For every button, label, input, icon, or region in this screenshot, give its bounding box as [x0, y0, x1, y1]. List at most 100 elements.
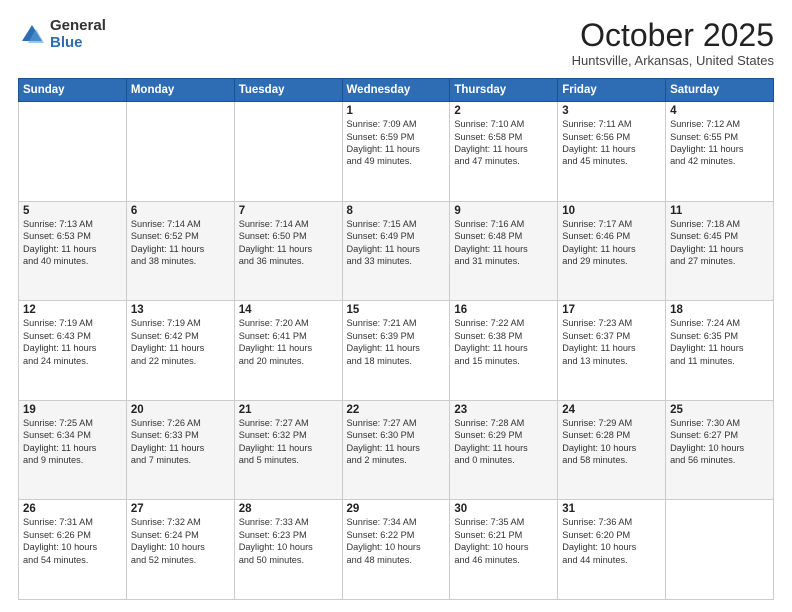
- day-info: Sunrise: 7:14 AM Sunset: 6:50 PM Dayligh…: [239, 218, 338, 268]
- day-number: 27: [131, 503, 230, 515]
- day-number: 1: [347, 105, 446, 117]
- week-row-4: 26Sunrise: 7:31 AM Sunset: 6:26 PM Dayli…: [19, 500, 774, 600]
- weekday-tuesday: Tuesday: [234, 79, 342, 102]
- day-info: Sunrise: 7:19 AM Sunset: 6:42 PM Dayligh…: [131, 317, 230, 367]
- day-cell: 10Sunrise: 7:17 AM Sunset: 6:46 PM Dayli…: [558, 201, 666, 301]
- day-cell: 27Sunrise: 7:32 AM Sunset: 6:24 PM Dayli…: [126, 500, 234, 600]
- day-number: 20: [131, 404, 230, 416]
- day-info: Sunrise: 7:22 AM Sunset: 6:38 PM Dayligh…: [454, 317, 553, 367]
- day-info: Sunrise: 7:10 AM Sunset: 6:58 PM Dayligh…: [454, 118, 553, 168]
- title-block: October 2025 Huntsville, Arkansas, Unite…: [572, 18, 774, 68]
- day-info: Sunrise: 7:23 AM Sunset: 6:37 PM Dayligh…: [562, 317, 661, 367]
- location: Huntsville, Arkansas, United States: [572, 53, 774, 68]
- logo-blue: Blue: [50, 35, 106, 52]
- day-info: Sunrise: 7:32 AM Sunset: 6:24 PM Dayligh…: [131, 516, 230, 566]
- day-number: 30: [454, 503, 553, 515]
- day-cell: 23Sunrise: 7:28 AM Sunset: 6:29 PM Dayli…: [450, 400, 558, 500]
- day-number: 24: [562, 404, 661, 416]
- day-cell: 31Sunrise: 7:36 AM Sunset: 6:20 PM Dayli…: [558, 500, 666, 600]
- day-number: 21: [239, 404, 338, 416]
- day-cell: 25Sunrise: 7:30 AM Sunset: 6:27 PM Dayli…: [666, 400, 774, 500]
- day-info: Sunrise: 7:26 AM Sunset: 6:33 PM Dayligh…: [131, 417, 230, 467]
- day-cell: 12Sunrise: 7:19 AM Sunset: 6:43 PM Dayli…: [19, 301, 127, 401]
- day-info: Sunrise: 7:36 AM Sunset: 6:20 PM Dayligh…: [562, 516, 661, 566]
- day-number: 12: [23, 304, 122, 316]
- day-info: Sunrise: 7:13 AM Sunset: 6:53 PM Dayligh…: [23, 218, 122, 268]
- day-number: 16: [454, 304, 553, 316]
- day-info: Sunrise: 7:15 AM Sunset: 6:49 PM Dayligh…: [347, 218, 446, 268]
- day-cell: 22Sunrise: 7:27 AM Sunset: 6:30 PM Dayli…: [342, 400, 450, 500]
- day-cell: 30Sunrise: 7:35 AM Sunset: 6:21 PM Dayli…: [450, 500, 558, 600]
- day-info: Sunrise: 7:24 AM Sunset: 6:35 PM Dayligh…: [670, 317, 769, 367]
- day-info: Sunrise: 7:27 AM Sunset: 6:32 PM Dayligh…: [239, 417, 338, 467]
- page: General Blue October 2025 Huntsville, Ar…: [0, 0, 792, 612]
- day-number: 11: [670, 205, 769, 217]
- day-cell: 1Sunrise: 7:09 AM Sunset: 6:59 PM Daylig…: [342, 102, 450, 202]
- day-cell: 2Sunrise: 7:10 AM Sunset: 6:58 PM Daylig…: [450, 102, 558, 202]
- day-cell: 26Sunrise: 7:31 AM Sunset: 6:26 PM Dayli…: [19, 500, 127, 600]
- day-cell: 18Sunrise: 7:24 AM Sunset: 6:35 PM Dayli…: [666, 301, 774, 401]
- day-cell: [666, 500, 774, 600]
- day-cell: 14Sunrise: 7:20 AM Sunset: 6:41 PM Dayli…: [234, 301, 342, 401]
- day-cell: 29Sunrise: 7:34 AM Sunset: 6:22 PM Dayli…: [342, 500, 450, 600]
- day-number: 6: [131, 205, 230, 217]
- logo-general: General: [50, 18, 106, 35]
- weekday-friday: Friday: [558, 79, 666, 102]
- header: General Blue October 2025 Huntsville, Ar…: [18, 18, 774, 68]
- week-row-1: 5Sunrise: 7:13 AM Sunset: 6:53 PM Daylig…: [19, 201, 774, 301]
- day-number: 19: [23, 404, 122, 416]
- day-cell: 8Sunrise: 7:15 AM Sunset: 6:49 PM Daylig…: [342, 201, 450, 301]
- day-number: 9: [454, 205, 553, 217]
- day-info: Sunrise: 7:27 AM Sunset: 6:30 PM Dayligh…: [347, 417, 446, 467]
- day-info: Sunrise: 7:21 AM Sunset: 6:39 PM Dayligh…: [347, 317, 446, 367]
- day-info: Sunrise: 7:34 AM Sunset: 6:22 PM Dayligh…: [347, 516, 446, 566]
- day-cell: 13Sunrise: 7:19 AM Sunset: 6:42 PM Dayli…: [126, 301, 234, 401]
- day-number: 14: [239, 304, 338, 316]
- calendar-body: 1Sunrise: 7:09 AM Sunset: 6:59 PM Daylig…: [19, 102, 774, 600]
- day-info: Sunrise: 7:30 AM Sunset: 6:27 PM Dayligh…: [670, 417, 769, 467]
- week-row-2: 12Sunrise: 7:19 AM Sunset: 6:43 PM Dayli…: [19, 301, 774, 401]
- day-info: Sunrise: 7:18 AM Sunset: 6:45 PM Dayligh…: [670, 218, 769, 268]
- day-info: Sunrise: 7:33 AM Sunset: 6:23 PM Dayligh…: [239, 516, 338, 566]
- day-number: 28: [239, 503, 338, 515]
- day-number: 10: [562, 205, 661, 217]
- week-row-0: 1Sunrise: 7:09 AM Sunset: 6:59 PM Daylig…: [19, 102, 774, 202]
- day-cell: 5Sunrise: 7:13 AM Sunset: 6:53 PM Daylig…: [19, 201, 127, 301]
- day-info: Sunrise: 7:09 AM Sunset: 6:59 PM Dayligh…: [347, 118, 446, 168]
- day-cell: 3Sunrise: 7:11 AM Sunset: 6:56 PM Daylig…: [558, 102, 666, 202]
- calendar: SundayMondayTuesdayWednesdayThursdayFrid…: [18, 78, 774, 600]
- day-info: Sunrise: 7:28 AM Sunset: 6:29 PM Dayligh…: [454, 417, 553, 467]
- week-row-3: 19Sunrise: 7:25 AM Sunset: 6:34 PM Dayli…: [19, 400, 774, 500]
- day-info: Sunrise: 7:17 AM Sunset: 6:46 PM Dayligh…: [562, 218, 661, 268]
- day-number: 5: [23, 205, 122, 217]
- day-info: Sunrise: 7:25 AM Sunset: 6:34 PM Dayligh…: [23, 417, 122, 467]
- day-cell: 15Sunrise: 7:21 AM Sunset: 6:39 PM Dayli…: [342, 301, 450, 401]
- day-number: 23: [454, 404, 553, 416]
- day-cell: 20Sunrise: 7:26 AM Sunset: 6:33 PM Dayli…: [126, 400, 234, 500]
- day-number: 31: [562, 503, 661, 515]
- day-cell: 24Sunrise: 7:29 AM Sunset: 6:28 PM Dayli…: [558, 400, 666, 500]
- day-number: 15: [347, 304, 446, 316]
- day-info: Sunrise: 7:16 AM Sunset: 6:48 PM Dayligh…: [454, 218, 553, 268]
- weekday-wednesday: Wednesday: [342, 79, 450, 102]
- day-cell: 21Sunrise: 7:27 AM Sunset: 6:32 PM Dayli…: [234, 400, 342, 500]
- day-cell: 16Sunrise: 7:22 AM Sunset: 6:38 PM Dayli…: [450, 301, 558, 401]
- day-cell: 6Sunrise: 7:14 AM Sunset: 6:52 PM Daylig…: [126, 201, 234, 301]
- day-number: 7: [239, 205, 338, 217]
- day-cell: [19, 102, 127, 202]
- day-info: Sunrise: 7:14 AM Sunset: 6:52 PM Dayligh…: [131, 218, 230, 268]
- weekday-header-row: SundayMondayTuesdayWednesdayThursdayFrid…: [19, 79, 774, 102]
- day-info: Sunrise: 7:11 AM Sunset: 6:56 PM Dayligh…: [562, 118, 661, 168]
- month-title: October 2025: [572, 18, 774, 53]
- day-info: Sunrise: 7:20 AM Sunset: 6:41 PM Dayligh…: [239, 317, 338, 367]
- weekday-saturday: Saturday: [666, 79, 774, 102]
- day-cell: 7Sunrise: 7:14 AM Sunset: 6:50 PM Daylig…: [234, 201, 342, 301]
- day-info: Sunrise: 7:35 AM Sunset: 6:21 PM Dayligh…: [454, 516, 553, 566]
- weekday-sunday: Sunday: [19, 79, 127, 102]
- day-number: 17: [562, 304, 661, 316]
- logo-icon: [18, 21, 46, 49]
- weekday-thursday: Thursday: [450, 79, 558, 102]
- day-number: 25: [670, 404, 769, 416]
- day-cell: 4Sunrise: 7:12 AM Sunset: 6:55 PM Daylig…: [666, 102, 774, 202]
- day-number: 13: [131, 304, 230, 316]
